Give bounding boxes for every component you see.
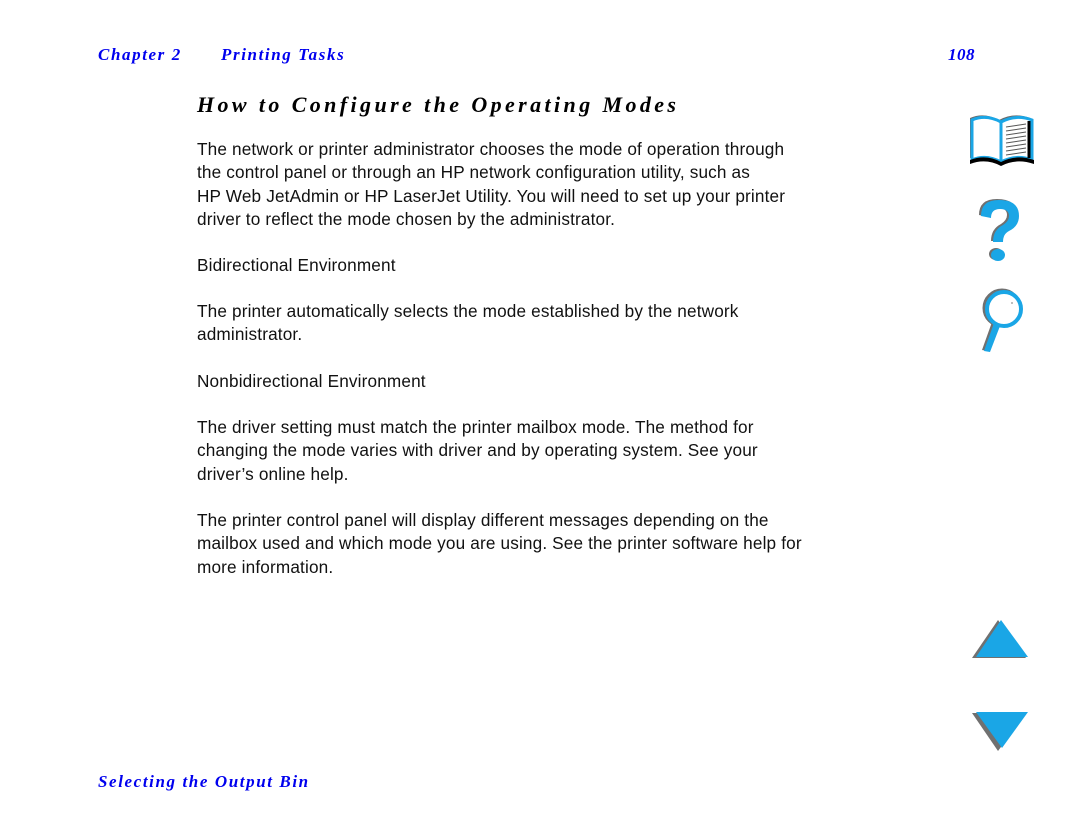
- up-triangle-icon: [972, 620, 1028, 658]
- contents-button[interactable]: [966, 112, 1038, 168]
- text-line: driver to reflect the mode chosen by the…: [197, 208, 616, 229]
- intro-paragraph: The network or printer administrator cho…: [197, 138, 937, 231]
- text-line: The printer automatically selects the mo…: [197, 301, 739, 321]
- question-mark-icon: [979, 199, 1019, 261]
- text-line: mailbox used and which mode you are usin…: [197, 533, 802, 554]
- index-search-button[interactable]: [970, 287, 1032, 357]
- text-line: more information.: [197, 556, 334, 577]
- text-line: The network or printer administrator cho…: [197, 139, 785, 159]
- book-icon: [970, 115, 1034, 166]
- page-title: How to Configure the Operating Modes: [197, 92, 680, 117]
- subheading-text: Nonbidirectional Environment: [197, 371, 426, 391]
- text-line: The printer control panel will display d…: [197, 510, 769, 530]
- text-line: driver’s online help.: [197, 463, 349, 484]
- magnifier-icon: [982, 288, 1023, 352]
- bidirectional-paragraph: The printer automatically selects the mo…: [197, 300, 937, 347]
- page-number: 108: [948, 45, 975, 64]
- control-panel-paragraph: The printer control panel will display d…: [197, 509, 937, 579]
- header-section-link[interactable]: Printing Tasks: [221, 45, 345, 65]
- text-line: The driver setting must match the printe…: [197, 417, 754, 437]
- nonbidirectional-paragraph: The driver setting must match the printe…: [197, 416, 937, 486]
- text-line: the control panel or through an HP netwo…: [197, 162, 750, 183]
- down-triangle-icon: [972, 712, 1028, 751]
- subheading-text: Bidirectional Environment: [197, 255, 396, 275]
- footer-link[interactable]: Selecting the Output Bin: [98, 772, 310, 792]
- next-page-button[interactable]: [972, 710, 1032, 752]
- help-button[interactable]: [973, 196, 1027, 266]
- header-chapter-link[interactable]: Chapter 2: [98, 45, 182, 65]
- text-line: HP Web JetAdmin or HP LaserJet Utility. …: [197, 185, 786, 206]
- text-line: changing the mode varies with driver and…: [197, 440, 758, 461]
- text-line: administrator.: [197, 324, 303, 345]
- previous-page-button[interactable]: [972, 618, 1032, 660]
- subheading-nonbidirectional: Nonbidirectional Environment: [197, 370, 937, 393]
- subheading-bidirectional: Bidirectional Environment: [197, 254, 937, 277]
